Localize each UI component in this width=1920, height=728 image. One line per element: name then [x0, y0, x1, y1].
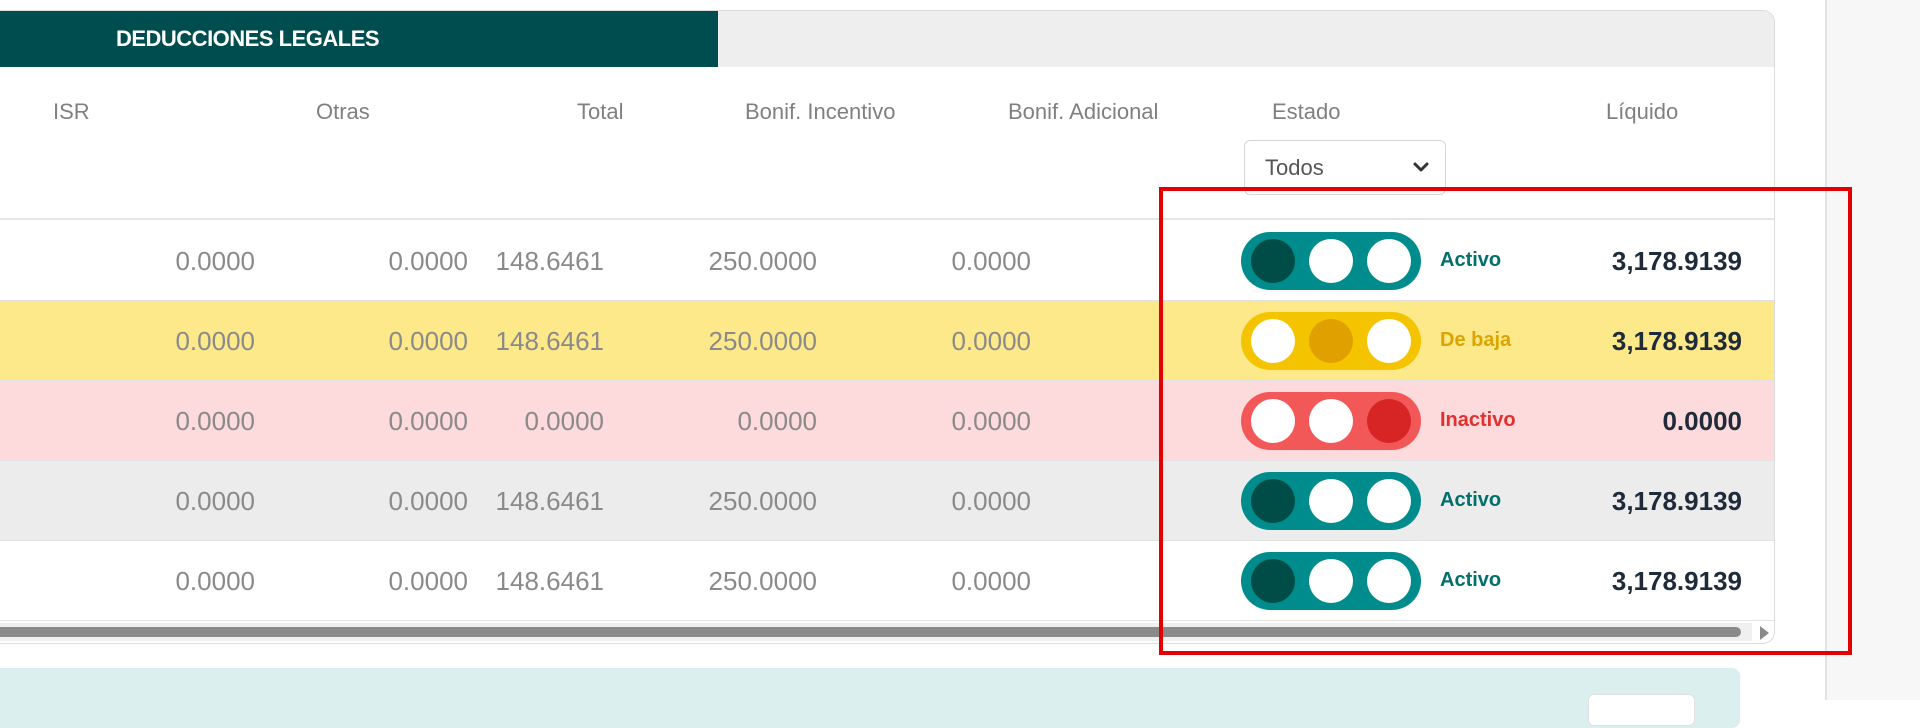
status-dot-icon: [1367, 479, 1411, 523]
status-dot-icon: [1309, 239, 1353, 283]
cell-liquido: 3,178.9139: [1611, 246, 1742, 276]
table-row[interactable]: 0 0.0000 0.0000 0.0000 0.0000 0.0000 Inactivo 0…: [0, 381, 1774, 461]
table-row[interactable]: 0 0.0000 0.0000 148.6461 250.0000 0.0000 De ba…: [0, 301, 1774, 381]
cell-bonif-adicional: 0.0000: [951, 326, 1031, 356]
cell-total: 148.6461: [495, 566, 604, 596]
tab-bar: DEDUCCIONES LEGALES: [0, 11, 1774, 67]
estado-filter-select[interactable]: Todos: [1244, 140, 1446, 195]
status-label: Activo: [1440, 249, 1502, 271]
status-dot-active-icon: [1251, 559, 1295, 603]
status-label: Activo: [1440, 569, 1502, 591]
status-dot-active-icon: [1309, 319, 1353, 363]
status-traffic-light-toggle[interactable]: [1241, 392, 1421, 450]
status-dot-active-icon: [1367, 399, 1411, 443]
cell-bonif-adicional: 0.0000: [951, 566, 1031, 596]
cell-otras: 0.0000: [388, 486, 468, 516]
cell-bonif-incentivo: 250.0000: [708, 566, 817, 596]
table-row[interactable]: 0 0.0000 0.0000 148.6461 250.0000 0.0000 Activ…: [0, 461, 1774, 541]
column-header-total[interactable]: Total: [577, 99, 623, 125]
hidden-column-fragment: 0: [0, 330, 1, 352]
cell-total: 0.0000: [524, 406, 604, 436]
status-traffic-light-toggle[interactable]: [1241, 232, 1421, 290]
cell-liquido: 3,178.9139: [1611, 326, 1742, 356]
estado-filter-value: Todos: [1265, 154, 1324, 180]
hidden-column-fragment: 0: [0, 490, 1, 512]
status-dot-active-icon: [1251, 239, 1295, 283]
status-label: Activo: [1440, 489, 1502, 511]
cell-otras: 0.0000: [388, 246, 468, 276]
cell-bonif-incentivo: 250.0000: [708, 486, 817, 516]
cell-bonif-incentivo: 0.0000: [737, 406, 817, 436]
cell-otras: 0.0000: [388, 566, 468, 596]
cell-bonif-adicional: 0.0000: [951, 246, 1031, 276]
status-traffic-light-toggle[interactable]: [1241, 552, 1421, 610]
cell-total: 148.6461: [495, 326, 604, 356]
cell-bonif-incentivo: 250.0000: [708, 326, 817, 356]
status-traffic-light-toggle[interactable]: [1241, 312, 1421, 370]
status-dot-icon: [1251, 319, 1295, 363]
cell-bonif-adicional: 0.0000: [951, 486, 1031, 516]
table-row[interactable]: 0 0.0000 0.0000 148.6461 250.0000 0.0000 Activ…: [0, 541, 1774, 621]
column-header-estado[interactable]: Estado: [1272, 99, 1341, 125]
cell-bonif-incentivo: 250.0000: [708, 246, 817, 276]
scroll-right-arrow-icon[interactable]: [1760, 626, 1769, 640]
status-dot-active-icon: [1251, 479, 1295, 523]
status-dot-icon: [1367, 559, 1411, 603]
cell-isr: 0.0000: [175, 566, 255, 596]
hidden-column-fragment: 0: [0, 250, 1, 272]
cell-otras: 0.0000: [388, 326, 468, 356]
header-divider: [0, 218, 1774, 220]
hidden-column-value: 0: [0, 570, 1, 592]
hidden-column-value: 0: [0, 410, 1, 432]
summary-panel-button[interactable]: [1588, 694, 1695, 726]
cell-isr: 0.0000: [175, 486, 255, 516]
tab-deducciones-legales[interactable]: DEDUCCIONES LEGALES: [0, 11, 718, 67]
column-header-isr[interactable]: ISR: [53, 99, 90, 125]
status-traffic-light-toggle[interactable]: [1241, 472, 1421, 530]
status-dot-icon: [1309, 399, 1353, 443]
cell-otras: 0.0000: [388, 406, 468, 436]
status-dot-icon: [1251, 399, 1295, 443]
cell-liquido: 3,178.9139: [1611, 486, 1742, 516]
cell-total: 148.6461: [495, 246, 604, 276]
tab-deducciones-legales-label: DEDUCCIONES LEGALES: [115, 26, 380, 51]
summary-panel: [0, 668, 1740, 728]
table-row[interactable]: 0 0.0000 0.0000 148.6461 250.0000 0.0000 Activ…: [0, 221, 1774, 301]
hidden-column-value: 0: [0, 250, 1, 272]
status-dot-icon: [1367, 239, 1411, 283]
column-header-liquido[interactable]: Líquido: [1606, 99, 1678, 125]
hidden-column-value: 0: [0, 330, 1, 352]
chevron-down-icon: [1413, 162, 1429, 172]
cell-total: 148.6461: [495, 486, 604, 516]
status-dot-icon: [1367, 319, 1411, 363]
cell-liquido: 0.0000: [1662, 406, 1742, 436]
cell-isr: 0.0000: [175, 406, 255, 436]
cell-liquido: 3,178.9139: [1611, 566, 1742, 596]
payroll-table-panel: DEDUCCIONES LEGALES ISR Otras Total Boni…: [0, 10, 1775, 644]
right-gutter: [1825, 0, 1920, 700]
cell-isr: 0.0000: [175, 246, 255, 276]
right-gutter-divider: [1825, 0, 1827, 700]
status-dot-icon: [1309, 479, 1353, 523]
hidden-column-fragment: 0: [0, 410, 1, 432]
cell-bonif-adicional: 0.0000: [951, 406, 1031, 436]
hidden-column-fragment: 0: [0, 570, 1, 592]
horizontal-scrollbar-thumb[interactable]: [0, 627, 1741, 637]
status-dot-icon: [1309, 559, 1353, 603]
cell-isr: 0.0000: [175, 326, 255, 356]
status-label: De baja: [1440, 329, 1512, 351]
hidden-column-value: 0: [0, 490, 1, 512]
column-header-otras[interactable]: Otras: [316, 99, 370, 125]
column-header-bonif-adicional[interactable]: Bonif. Adicional: [1008, 99, 1158, 125]
column-header-bonif-incentivo[interactable]: Bonif. Incentivo: [745, 99, 895, 125]
status-label: Inactivo: [1440, 409, 1516, 431]
